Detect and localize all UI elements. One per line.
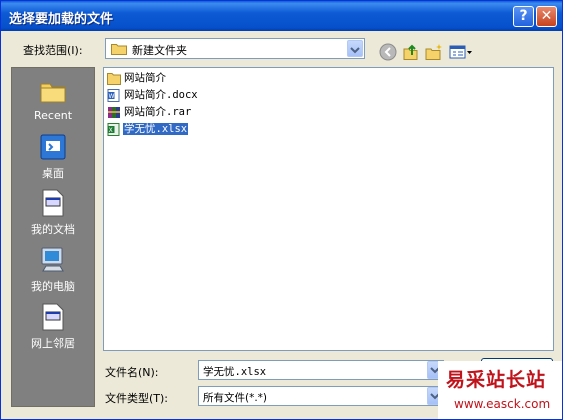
file-name: 网站简介.rar — [124, 106, 192, 118]
close-button[interactable]: ✕ — [536, 6, 557, 27]
place-network-label: 网上邻居 — [31, 337, 75, 350]
file-name: 网站简介 — [124, 72, 166, 84]
folder-icon — [111, 44, 127, 55]
network-places-icon — [42, 303, 64, 331]
places-bar: Recent 桌面 我的文档 我的电脑 网上邻居 — [11, 67, 95, 407]
watermark-url: www.easck.com — [454, 397, 551, 411]
filetype-label: 文件类型(T): — [105, 392, 169, 405]
help-button[interactable]: ? — [513, 6, 534, 27]
recent-folder-icon — [40, 83, 66, 103]
place-recent-label: Recent — [33, 109, 73, 122]
my-computer-icon — [41, 247, 64, 272]
place-recent[interactable]: Recent — [12, 76, 94, 122]
new-folder-icon[interactable] — [425, 43, 443, 61]
watermark: 易采站长站 www.easck.com — [438, 361, 562, 419]
list-item-selected[interactable]: X 学无忧.xlsx — [107, 121, 189, 137]
filetype-dropdown[interactable]: 所有文件(*.*) — [198, 386, 444, 406]
file-name: 网站简介.docx — [124, 89, 198, 101]
place-network[interactable]: 网上邻居 — [12, 302, 94, 351]
open-file-dialog: 选择要加载的文件 ? ✕ 查找范围(I): 新建文件夹 Recent 桌面 我的… — [0, 0, 563, 420]
file-name: 学无忧.xlsx — [123, 123, 189, 135]
title-bar[interactable]: 选择要加载的文件 ? ✕ — [1, 1, 562, 31]
filetype-value: 所有文件(*.*) — [203, 392, 268, 404]
list-item[interactable]: 网站简介 — [107, 70, 167, 86]
excel-document-icon: X — [107, 122, 120, 136]
desktop-icon — [40, 134, 66, 160]
dialog-title: 选择要加载的文件 — [9, 12, 114, 27]
look-in-value: 新建文件夹 — [132, 44, 187, 57]
place-my-computer-label: 我的电脑 — [31, 280, 75, 293]
place-my-documents-label: 我的文档 — [31, 223, 75, 236]
place-desktop[interactable]: 桌面 — [12, 132, 94, 181]
file-list[interactable]: 网站简介 W 网站简介.docx 网站简介.rar X 学无忧.xlsx — [103, 67, 554, 351]
back-icon[interactable] — [379, 43, 397, 61]
filename-label: 文件名(N): — [105, 366, 159, 379]
filename-value: 学无忧.xlsx — [203, 366, 267, 378]
place-my-computer[interactable]: 我的电脑 — [12, 245, 94, 294]
look-in-label: 查找范围(I): — [23, 44, 83, 57]
filename-combo[interactable]: 学无忧.xlsx — [198, 360, 444, 380]
chevron-down-icon[interactable] — [347, 40, 363, 57]
place-desktop-label: 桌面 — [42, 167, 64, 180]
look-in-dropdown[interactable]: 新建文件夹 — [105, 38, 365, 59]
svg-text:X: X — [109, 127, 113, 134]
view-menu-icon[interactable] — [449, 43, 473, 61]
list-item[interactable]: W 网站简介.docx — [107, 87, 199, 103]
up-folder-icon[interactable] — [402, 43, 420, 61]
watermark-text: 易采站长站 — [446, 369, 547, 391]
my-documents-icon — [42, 189, 64, 217]
folder-icon — [107, 72, 121, 85]
place-my-documents[interactable]: 我的文档 — [12, 188, 94, 237]
rar-archive-icon — [108, 106, 120, 118]
svg-text:W: W — [109, 93, 115, 100]
word-document-icon: W — [107, 88, 120, 102]
list-item[interactable]: 网站简介.rar — [107, 104, 192, 120]
